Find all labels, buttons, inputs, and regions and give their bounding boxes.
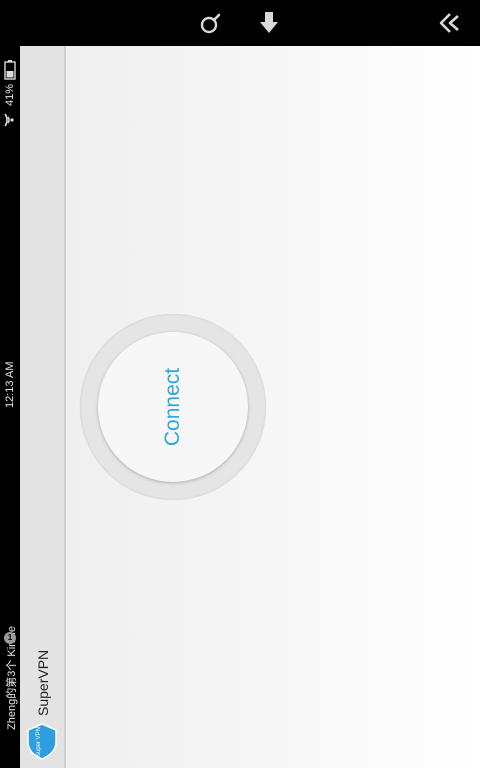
connect-ring: Connect xyxy=(80,314,266,500)
notification-badge[interactable]: 1 xyxy=(4,632,16,644)
battery-percentage: 41% xyxy=(4,83,16,106)
status-bar: Zheng的第3个 Kindle 1 12:13 AM 41% xyxy=(0,0,20,768)
download-icon[interactable] xyxy=(254,8,284,38)
clock: 12:13 AM xyxy=(4,361,16,408)
back-icon[interactable] xyxy=(434,8,464,38)
main-content: Connect xyxy=(66,46,480,768)
search-icon[interactable] xyxy=(196,8,226,38)
connect-button[interactable]: Connect xyxy=(98,332,248,482)
app-logo-text: Super VPN xyxy=(36,727,42,757)
battery-icon xyxy=(4,60,16,80)
app-logo-icon[interactable]: Super VPN xyxy=(25,722,59,760)
app-title: SuperVPN xyxy=(35,649,51,716)
connect-label: Connect xyxy=(161,367,184,447)
wifi-icon xyxy=(4,113,14,127)
nav-bar xyxy=(20,0,480,46)
